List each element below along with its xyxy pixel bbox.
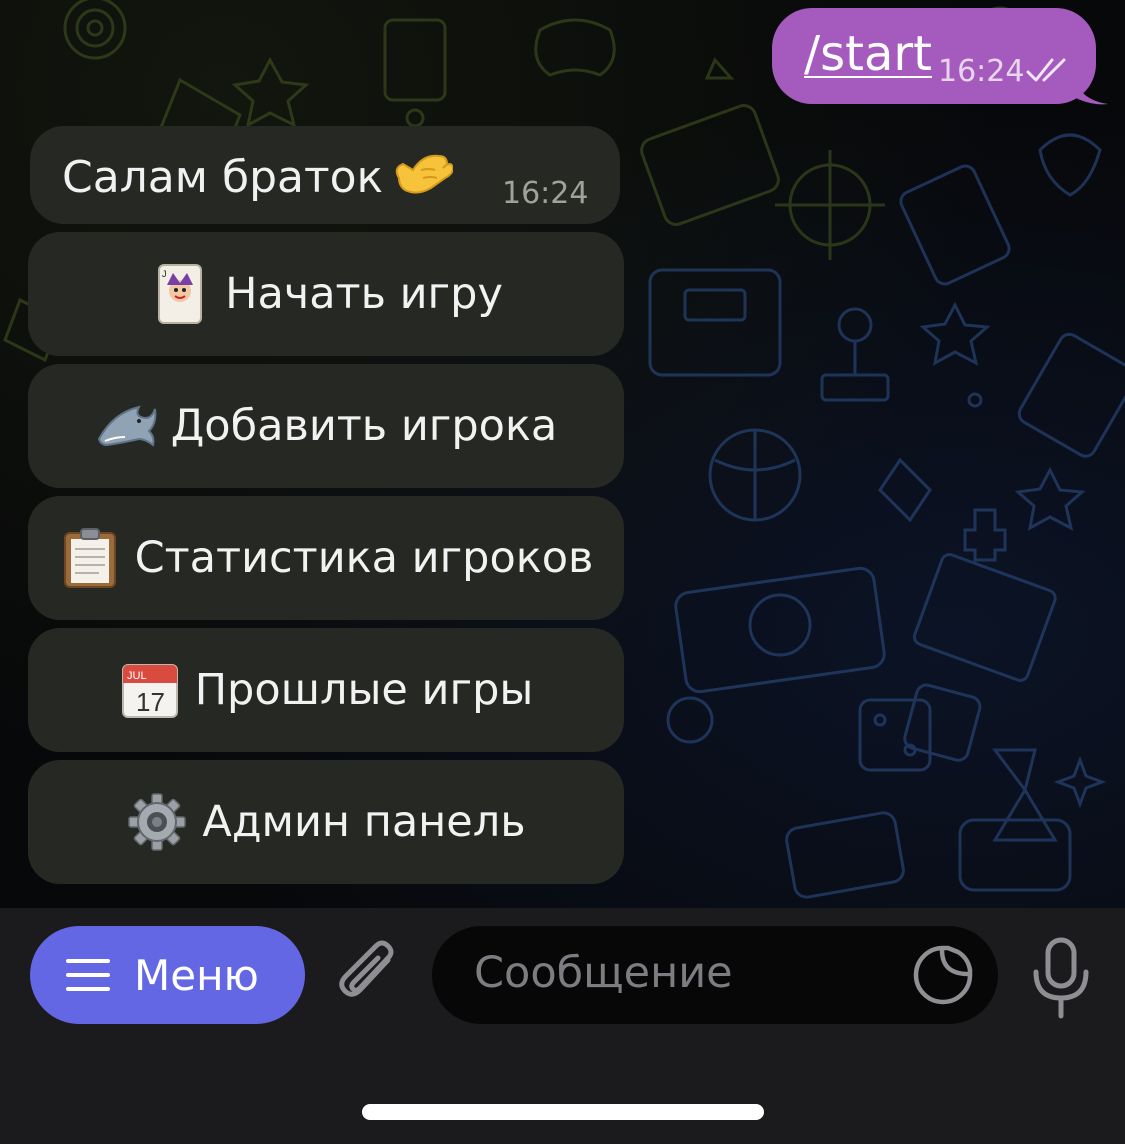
calendar-month: JUL [127, 670, 147, 682]
incoming-message-bubble[interactable]: Салам браток 16:24 [30, 126, 620, 224]
double-check-icon [1026, 58, 1066, 82]
message-input-placeholder: Сообщение [474, 948, 733, 998]
incoming-message-time: 16:24 [502, 176, 589, 211]
keyboard-button-add-player[interactable]: Добавить игрока [28, 364, 624, 488]
message-input[interactable]: Сообщение [432, 926, 998, 1024]
home-indicator [362, 1104, 764, 1120]
bubble-tail [1072, 72, 1108, 105]
menu-button-label: Меню [134, 950, 259, 1000]
telegram-chat-screen: /start 16:24 Салам браток 16:24 J Начать… [0, 0, 1125, 1144]
paperclip-icon[interactable] [336, 938, 406, 1014]
keyboard-button-label: Статистика игроков [134, 533, 594, 583]
sticker-icon[interactable] [912, 944, 974, 1006]
joker-card-icon: J [158, 264, 203, 324]
keyboard-button-label: Админ панель [202, 797, 526, 847]
outgoing-message-time: 16:24 [938, 54, 1025, 89]
keyboard-button-label: Начать игру [225, 269, 503, 319]
keyboard-button-player-stats[interactable]: Статистика игроков [28, 496, 624, 620]
shark-icon [97, 405, 157, 447]
keyboard-button-start-game[interactable]: J Начать игру [28, 232, 624, 356]
keyboard-button-admin-panel[interactable]: Админ панель [28, 760, 624, 884]
hamburger-icon [66, 959, 110, 991]
composer-bar: Меню Сообщение [0, 908, 1125, 1144]
svg-text:J: J [162, 269, 167, 279]
incoming-message-text: Салам браток [62, 148, 454, 203]
call-me-hand-icon [395, 154, 454, 194]
gear-icon [128, 793, 187, 851]
clipboard-icon [63, 528, 116, 588]
calendar-day: 17 [136, 687, 165, 717]
keyboard-button-past-games[interactable]: JUL 17 Прошлые игры [28, 628, 624, 752]
menu-button[interactable]: Меню [30, 926, 305, 1024]
incoming-message-label: Салам браток [62, 152, 384, 203]
microphone-icon[interactable] [1028, 936, 1094, 1020]
keyboard-button-label: Добавить игрока [170, 401, 558, 451]
outgoing-message-bubble[interactable]: /start 16:24 [772, 8, 1096, 104]
keyboard-button-label: Прошлые игры [194, 665, 534, 715]
calendar-icon: JUL 17 [121, 664, 178, 718]
chat-background: /start 16:24 Салам браток 16:24 J Начать… [0, 0, 1125, 908]
outgoing-message-text[interactable]: /start [804, 26, 932, 82]
